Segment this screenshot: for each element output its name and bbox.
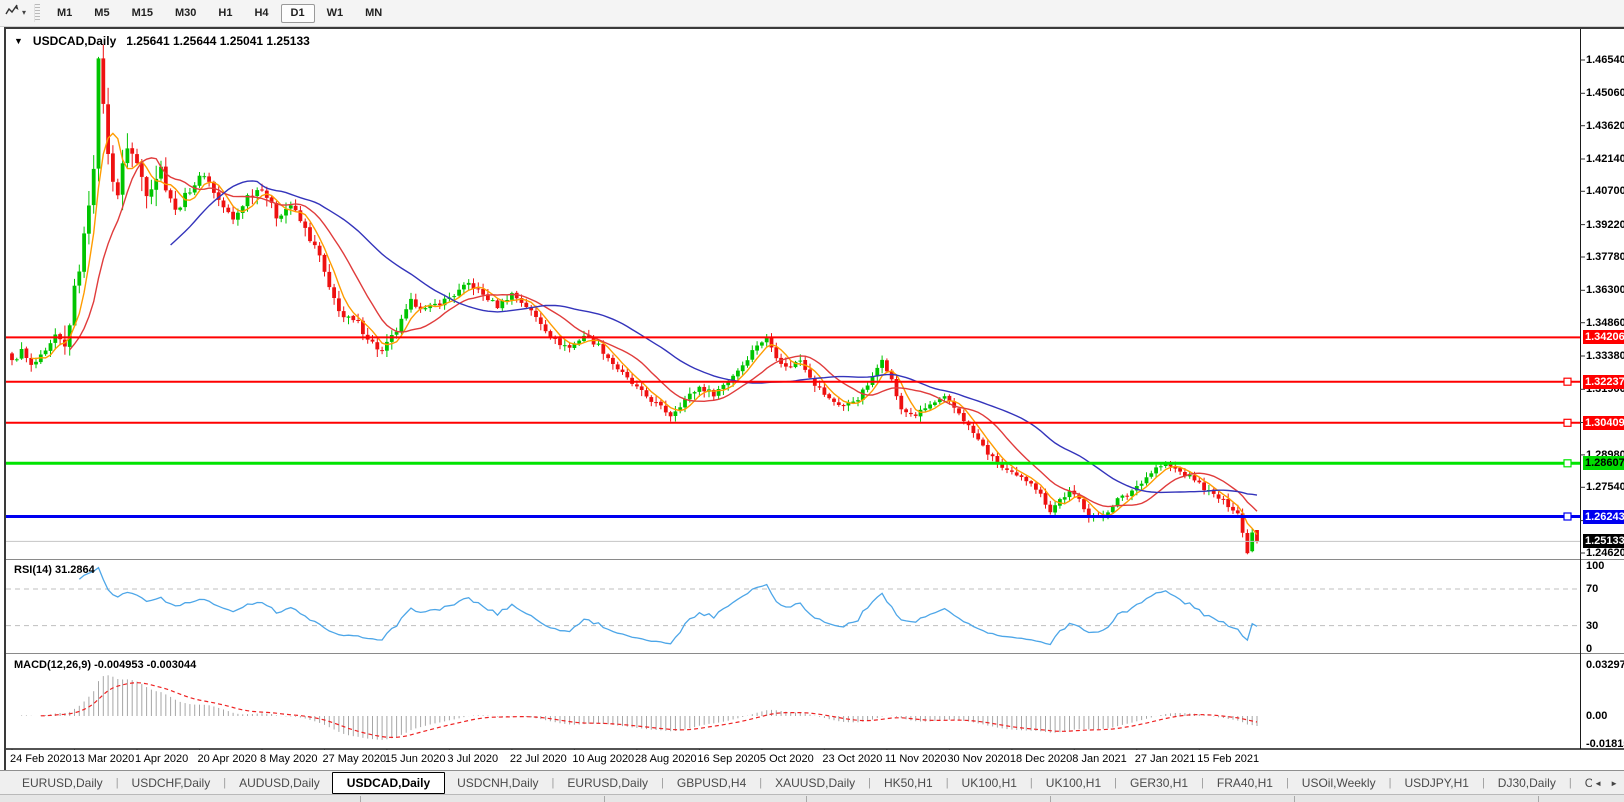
- tab-usdcad-daily[interactable]: USDCAD,Daily: [331, 772, 446, 794]
- chart-tab-bar: EURUSD,Daily | USDCHF,Daily | AUDUSD,Daily US…: [0, 770, 1624, 795]
- status-separator: [1294, 796, 1295, 802]
- tab-audusd-daily[interactable]: AUDUSD,Daily: [227, 773, 332, 793]
- current-price-label: 1.25133: [1583, 534, 1624, 549]
- price-axis-tick: 1.42140: [1586, 153, 1624, 165]
- charts-toolbar-button[interactable]: ▾: [0, 2, 32, 24]
- timeframe-buttons: M1 M5 M15 M30 H1 H4 D1 W1 MN: [46, 0, 393, 26]
- tab-fra40-h1[interactable]: FRA40,H1: [1205, 773, 1285, 793]
- rsi-indicator-label: RSI(14) 31.2864: [14, 564, 95, 576]
- tab-uk100-h1[interactable]: UK100,H1: [1034, 773, 1113, 793]
- price-axis-tick: 1.39220: [1586, 218, 1624, 231]
- price-chart-canvas[interactable]: [6, 29, 1624, 772]
- status-separator: [1050, 796, 1051, 802]
- macd-axis-tick: 0.032972: [1586, 659, 1624, 672]
- date-axis-label: 30 Nov 2020: [947, 753, 1010, 765]
- tabs-scroll-left-icon[interactable]: ◄: [1594, 779, 1602, 788]
- status-separator: [360, 796, 361, 802]
- date-axis-label: 18 Dec 2020: [1009, 753, 1073, 765]
- timeframe-button-h1[interactable]: H1: [208, 4, 242, 23]
- tabs-scroll-right-icon[interactable]: ►: [1610, 779, 1618, 788]
- macd-axis-tick: 0.00: [1586, 710, 1608, 722]
- macd-indicator-label: MACD(12,26,9) -0.004953 -0.003044: [14, 659, 197, 671]
- date-axis-label: 3 Jul 2020: [447, 753, 499, 765]
- price-axis-tick: 1.40700: [1586, 185, 1624, 198]
- tab-uk100-h1[interactable]: UK100,H1: [950, 773, 1029, 793]
- rsi-axis-tick: 100: [1586, 560, 1605, 572]
- price-axis-tick: 1.27540: [1586, 481, 1624, 494]
- timeframe-button-m30[interactable]: M30: [165, 4, 206, 23]
- tab-ger30-h1[interactable]: GER30,H1: [1118, 773, 1200, 793]
- chart-title: ▼ USDCAD,Daily 1.25641 1.25644 1.25041 1…: [14, 34, 310, 48]
- status-separator: [604, 796, 605, 802]
- price-axis-tick: 1.36300: [1586, 284, 1624, 297]
- price-axis-tick: 1.46540: [1586, 54, 1624, 66]
- status-bar: [0, 794, 1624, 802]
- date-axis-label: 5 Oct 2020: [759, 753, 814, 765]
- price-axis-tick: 1.34860: [1586, 316, 1624, 329]
- tab-gbpusd-h4[interactable]: GBPUSD,H4: [665, 773, 758, 793]
- chart-tabs: EURUSD,Daily | USDCHF,Daily | AUDUSD,Daily US…: [0, 771, 1592, 795]
- chart-window[interactable]: ▼ USDCAD,Daily 1.25641 1.25644 1.25041 1…: [4, 27, 1624, 772]
- date-axis-label: 28 Aug 2020: [634, 753, 697, 765]
- tab-usdjpy-h1[interactable]: USDJPY,H1: [1392, 773, 1480, 793]
- tab-hk50-h1[interactable]: HK50,H1: [872, 773, 945, 793]
- date-axis-label: 23 Oct 2020: [822, 753, 883, 765]
- price-axis-tick: 1.24620: [1586, 547, 1624, 559]
- tab-eurusd-daily[interactable]: EURUSD,Daily: [10, 773, 115, 793]
- date-axis-label: 27 May 2020: [322, 753, 387, 765]
- timeframe-button-w1[interactable]: W1: [317, 4, 354, 23]
- timeframe-button-mn[interactable]: MN: [355, 4, 392, 23]
- date-axis-label: 15 Jun 2020: [384, 753, 446, 765]
- timeframe-button-m1[interactable]: M1: [47, 4, 82, 23]
- price-line-label: 1.34206: [1583, 330, 1624, 345]
- timeframe-button-h4[interactable]: H4: [244, 4, 278, 23]
- date-axis-label: 22 Jul 2020: [509, 753, 567, 765]
- price-axis-tick: 1.45060: [1586, 87, 1624, 100]
- rsi-axis-tick: 0: [1586, 643, 1593, 655]
- date-axis-label: 24 Feb 2020: [10, 753, 72, 765]
- chart-cursor-icon: [5, 3, 20, 23]
- tab-usdchf-daily[interactable]: USDCHF,Daily: [120, 773, 223, 793]
- chart-symbol-label: USDCAD,Daily: [32, 34, 117, 48]
- price-axis-tick: 1.37780: [1586, 251, 1624, 263]
- price-line-label: 1.28607: [1583, 456, 1624, 471]
- date-axis-label: 8 Jan 2021: [1072, 753, 1127, 765]
- chart-dropdown-icon[interactable]: ▼: [14, 36, 23, 46]
- date-axis-label: 15 Feb 2021: [1197, 753, 1260, 765]
- status-separator: [1538, 796, 1539, 802]
- timeframe-button-m15[interactable]: M15: [122, 4, 163, 23]
- price-line-label: 1.30409: [1583, 415, 1624, 430]
- date-axis-label: 8 May 2020: [260, 753, 318, 765]
- tab-usdcnh-daily[interactable]: USDCNH,Daily: [445, 773, 550, 793]
- chevron-down-icon: ▾: [22, 8, 27, 17]
- toolbar-grip[interactable]: [34, 4, 41, 22]
- date-axis-label: 27 Jan 2021: [1134, 753, 1196, 765]
- date-axis-label: 1 Apr 2020: [135, 753, 189, 765]
- tab-usoil-weekly[interactable]: USOil,Weekly: [1290, 773, 1388, 793]
- tab-eurusd-daily[interactable]: EURUSD,Daily: [555, 773, 660, 793]
- date-axis-label: 16 Sep 2020: [697, 753, 760, 765]
- tab-china300-h1[interactable]: CHINA300,H1: [1573, 773, 1592, 793]
- status-separator: [806, 796, 807, 802]
- date-axis-label: 10 Aug 2020: [572, 753, 635, 765]
- chart-ohlc-values: 1.25641 1.25644 1.25041 1.25133: [126, 34, 310, 48]
- top-toolbar: ▾ M1 M5 M15 M30 H1 H4 D1 W1 MN: [0, 0, 1624, 27]
- mt4-application: ▾ M1 M5 M15 M30 H1 H4 D1 W1 MN ▼ USDCAD,Daily 1.…: [0, 0, 1624, 802]
- rsi-axis-tick: 30: [1586, 619, 1599, 632]
- price-line-label: 1.26243: [1583, 509, 1624, 524]
- date-axis-label: 20 Apr 2020: [197, 753, 257, 765]
- timeframe-button-m5[interactable]: M5: [84, 4, 119, 23]
- price-axis-tick: 1.43620: [1586, 119, 1624, 132]
- date-axis-label: 13 Mar 2020: [72, 753, 135, 765]
- timeframe-button-d1[interactable]: D1: [280, 3, 315, 23]
- tab-dj30-daily[interactable]: DJ30,Daily: [1486, 773, 1568, 793]
- date-axis-label: 11 Nov 2020: [884, 753, 947, 765]
- date-axis: 24 Feb 2020 13 Mar 2020 1 Apr 2020 20 Apr 2…: [6, 750, 1624, 772]
- macd-axis-tick: -0.018154: [1586, 738, 1624, 750]
- price-axis-tick: 1.33380: [1586, 350, 1624, 362]
- price-line-label: 1.32237: [1583, 374, 1624, 389]
- tab-xauusd-daily[interactable]: XAUUSD,Daily: [763, 773, 867, 793]
- rsi-axis-tick: 70: [1586, 583, 1599, 595]
